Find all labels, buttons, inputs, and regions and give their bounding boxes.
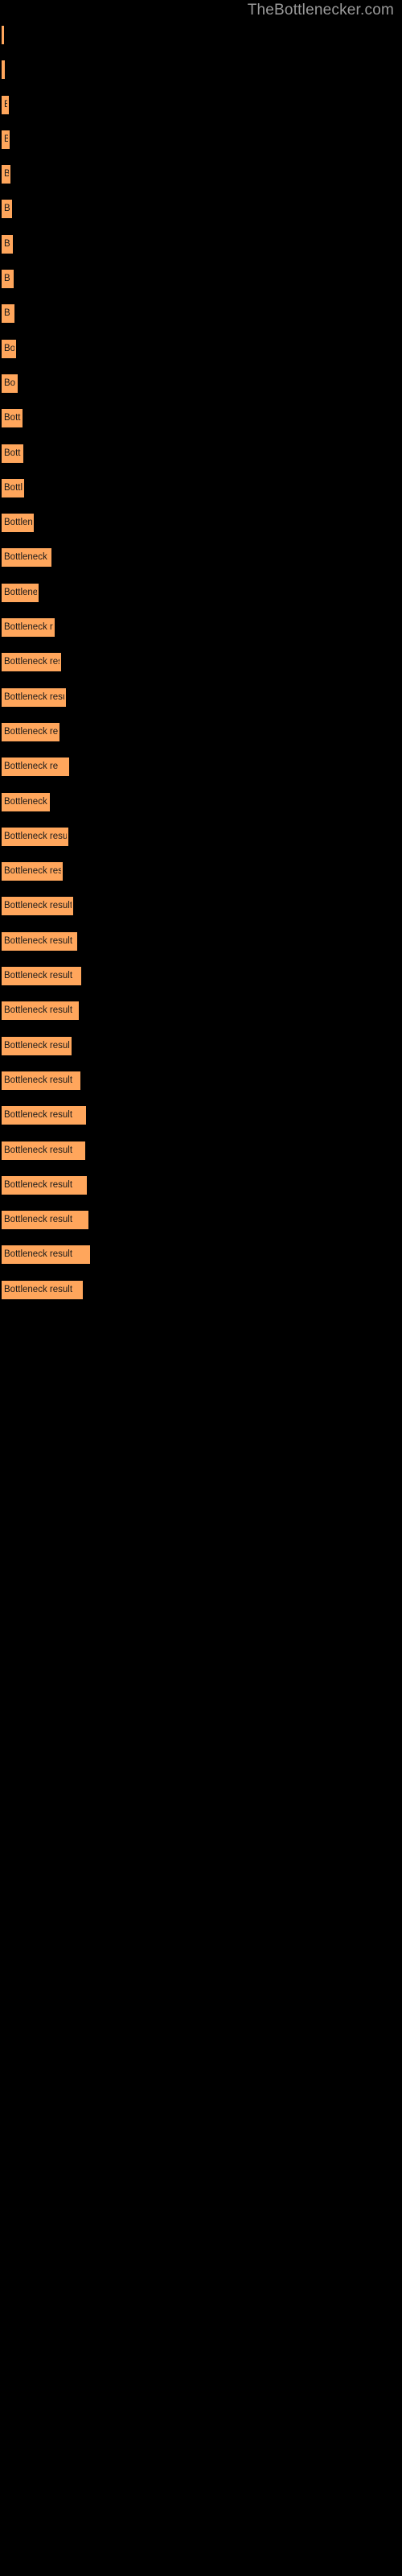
bar-label: Bottleneck result (4, 1284, 73, 1294)
bar-row: B (0, 159, 402, 193)
bar-label: Bottleneck result (4, 1110, 73, 1121)
bar-row: Bottleneck res (0, 542, 402, 576)
bar-label: Bottleneck result (4, 1040, 70, 1051)
bar-row: Bottleneck result (0, 1274, 402, 1309)
bar-row: Bottleneck result (0, 716, 402, 751)
bar-label: Bottl (4, 482, 23, 493)
bar-label: Bottleneck result (4, 971, 73, 981)
bar-row: Bottleneck result (0, 856, 402, 890)
bar-label: Bottleneck result (4, 1075, 73, 1085)
bar-label: B (4, 204, 10, 214)
bar-label: Bottleneck resu (4, 831, 67, 841)
bar-row: Bottleneck result (0, 926, 402, 960)
bar-label: Bottleneck re (4, 762, 59, 772)
bar-row (0, 19, 402, 54)
bar-row: Bottleneck result (0, 1100, 402, 1134)
bar-label: B (4, 134, 8, 144)
bar-label: Bottleneck resu (4, 691, 64, 702)
bar-label: Bottleneck result (4, 1179, 73, 1190)
bar-chart: B B B B B B B Bo Bo Bottl Bott Bottl Bottlened Bottle… (0, 19, 402, 1309)
bar-row: Bottleneck resu (0, 612, 402, 646)
bar-label: Bottleneck result (4, 796, 48, 807)
bar-row: Bottlened (0, 507, 402, 542)
bar-row: Bottleneck result (0, 1204, 402, 1239)
bar-row: B (0, 229, 402, 263)
bar-label: Bottlened (4, 518, 32, 528)
bar-row: B (0, 124, 402, 159)
bar-row: Bottleneck result (0, 646, 402, 681)
bar-label: Bottleneck result (4, 726, 58, 737)
bar-label: Bottleneck (4, 587, 37, 597)
bar-row: Bottleneck resu (0, 821, 402, 856)
bar-row: Bottleneck result (0, 1065, 402, 1100)
bar-row: B (0, 263, 402, 298)
bar-row (0, 54, 402, 89)
bar-label: Bottleneck resu (4, 622, 53, 633)
bar-row: Bottleneck result (0, 786, 402, 821)
bar-row: Bottleneck (0, 577, 402, 612)
bar-row: Bottleneck result (0, 890, 402, 925)
bar-label: B (4, 274, 10, 284)
bar-label: Bottleneck result (4, 1249, 73, 1260)
bar-label: B (4, 308, 10, 319)
bar-label: Bottleneck res (4, 552, 50, 563)
bar-label: Bottleneck result (4, 1005, 73, 1016)
bar-label: Bo (4, 343, 14, 353)
bar-label: Bo (4, 378, 16, 388)
bar-label: Bottleneck result (4, 866, 61, 877)
bar-row: Bottleneck result (0, 995, 402, 1030)
bar-label: B (4, 99, 7, 109)
bar-label: Bottleneck result (4, 657, 59, 667)
bar-row: B (0, 89, 402, 124)
bar-row: Bottl (0, 402, 402, 437)
bar-row: Bottleneck result (0, 960, 402, 995)
bar-row: Bo (0, 368, 402, 402)
bar (2, 60, 5, 80)
site-watermark: TheBottlenecker.com (247, 2, 394, 19)
bar-row: Bottleneck resu (0, 682, 402, 716)
bar-row: Bottleneck result (0, 1170, 402, 1204)
bar-row: Bo (0, 333, 402, 368)
bar-label: Bottl (4, 413, 21, 423)
bar-row: Bott (0, 438, 402, 473)
bar-row: Bottl (0, 473, 402, 507)
bar-row: Bottleneck result (0, 1135, 402, 1170)
bar-label: B (4, 169, 9, 180)
bar-row: B (0, 298, 402, 332)
bar-label: Bottleneck result (4, 1145, 73, 1155)
bar-label: Bottleneck result (4, 935, 73, 946)
bar-row: Bottleneck result (0, 1239, 402, 1274)
bar-row: Bottleneck re (0, 751, 402, 786)
bar-label: Bottleneck result (4, 901, 72, 911)
bar-label: Bott (4, 448, 21, 458)
bar (2, 26, 4, 44)
bar-label: B (4, 238, 10, 249)
bar-row: Bottleneck result (0, 1030, 402, 1065)
bar-row: B (0, 193, 402, 228)
bar-label: Bottleneck result (4, 1215, 73, 1225)
